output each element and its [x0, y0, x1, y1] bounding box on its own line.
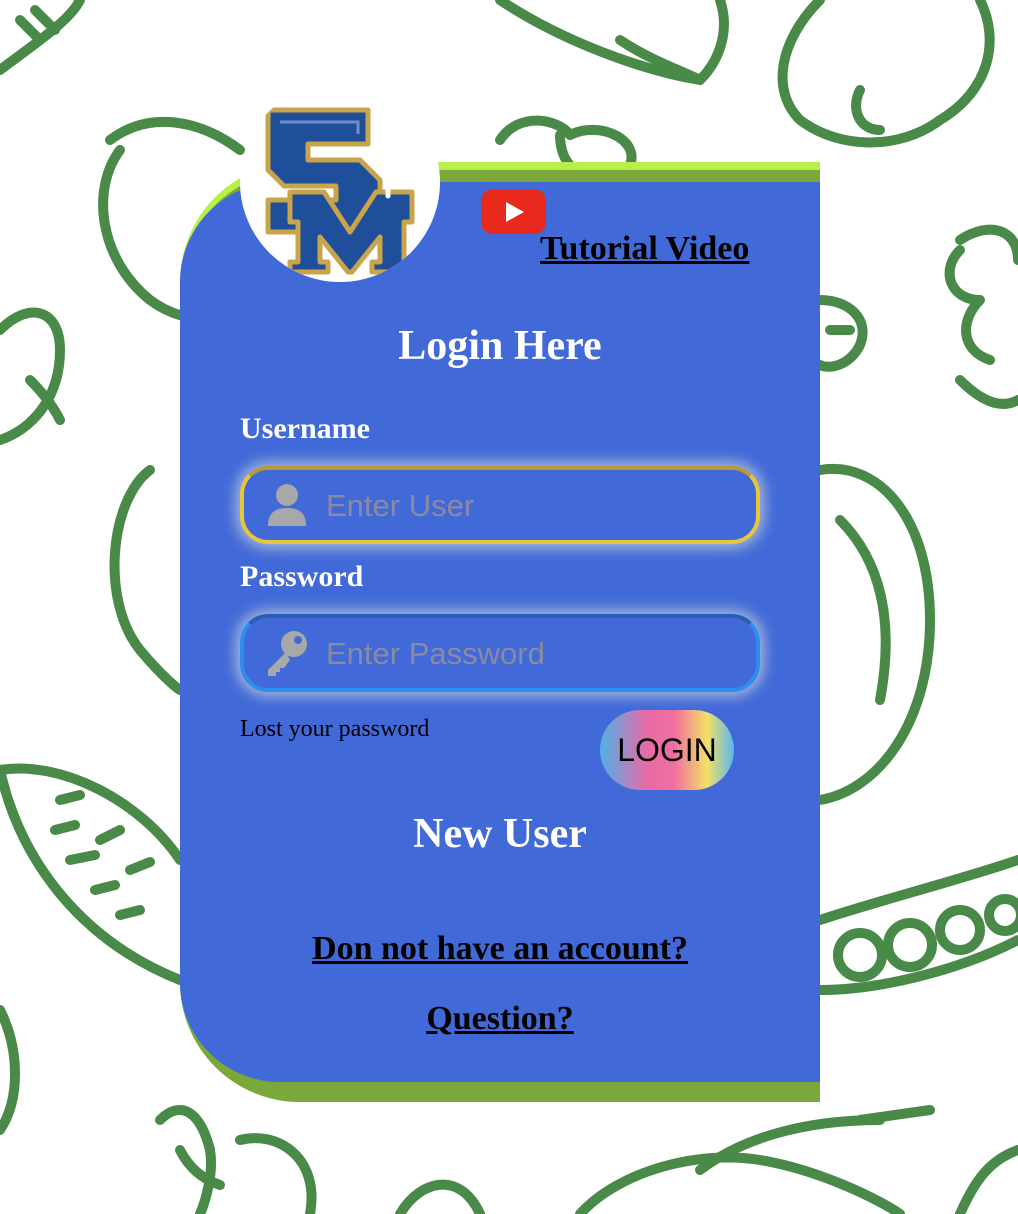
login-button[interactable]: LOGIN — [600, 710, 734, 790]
username-input[interactable] — [324, 480, 748, 532]
username-field[interactable] — [240, 466, 760, 544]
username-label: Username — [240, 412, 370, 445]
tutorial-video-link[interactable]: Tutorial Video — [540, 230, 770, 268]
password-field[interactable] — [240, 614, 760, 692]
login-title: Login Here — [398, 323, 602, 369]
lost-password-link[interactable]: Lost your password — [240, 716, 429, 743]
question-link[interactable]: Question? — [180, 1000, 820, 1038]
password-label: Password — [240, 560, 364, 593]
signup-link[interactable]: Don not have an account? — [180, 930, 820, 968]
password-input[interactable] — [324, 628, 748, 680]
new-user-title: New User — [413, 811, 587, 857]
youtube-play-icon[interactable] — [481, 189, 546, 234]
school-logo — [240, 82, 440, 282]
school-monogram-logo-icon — [265, 107, 415, 275]
user-icon — [268, 484, 306, 526]
key-icon — [268, 631, 307, 676]
